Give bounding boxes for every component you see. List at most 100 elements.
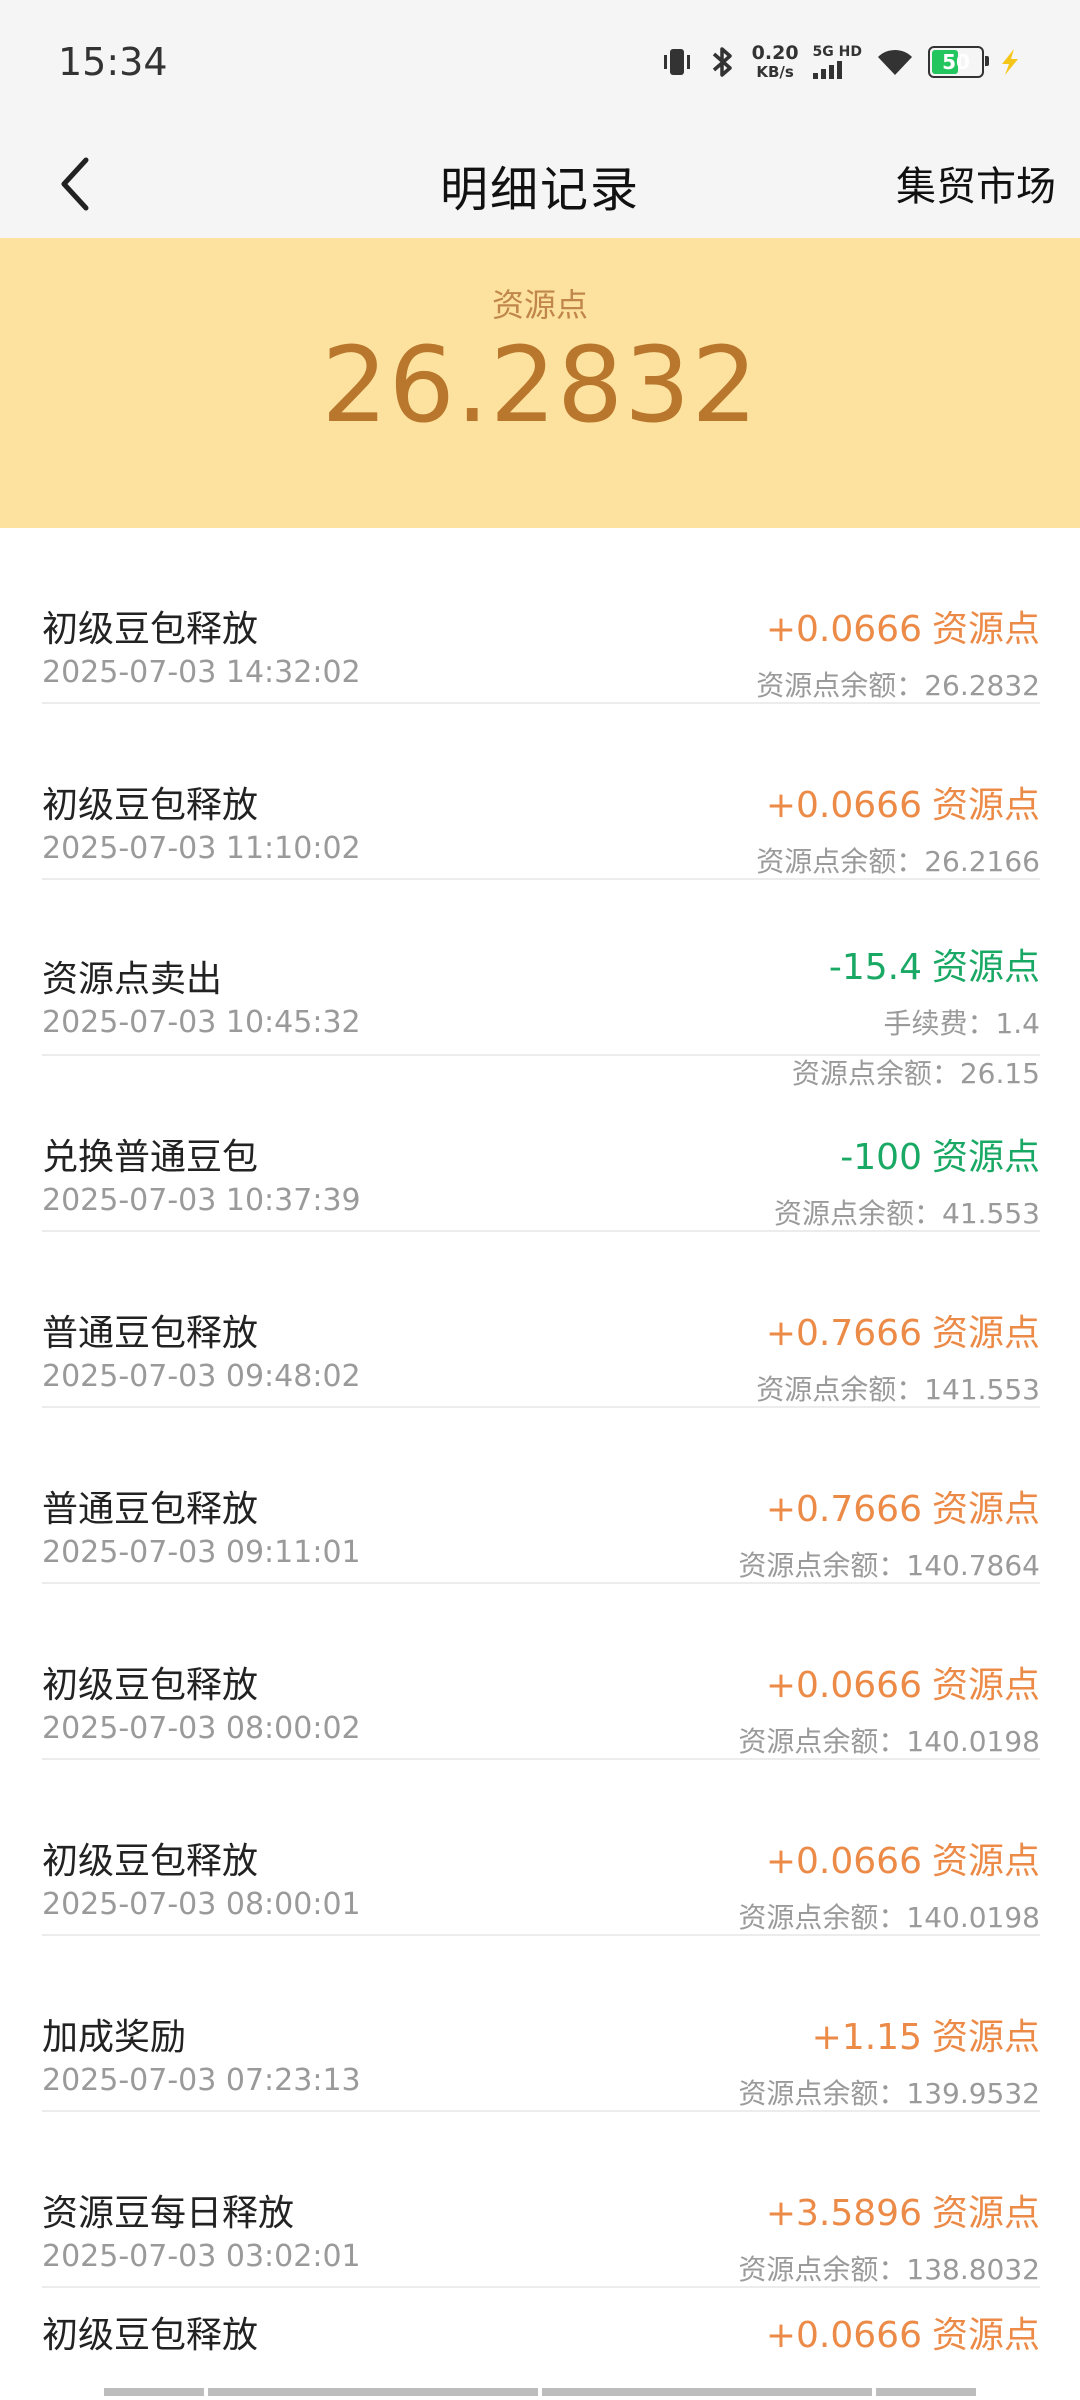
record-balance: 资源点余额：140.0198: [738, 1725, 1040, 1758]
charging-icon: [998, 47, 1022, 77]
amount-unit: 资源点: [931, 1489, 1040, 1530]
record-title: 初级豆包释放: [42, 785, 259, 826]
record-time: 2025-07-03 08:00:02: [42, 1711, 361, 1746]
amount-value: -100: [840, 1137, 922, 1178]
market-link[interactable]: 集贸市场: [896, 154, 1056, 212]
bluetooth-icon: [708, 45, 738, 79]
record-balance: 资源点余额：26.2832: [756, 669, 1040, 702]
record-values: +0.0666 资源点 资源点余额：26.2166: [756, 776, 1040, 880]
status-time: 15:34: [58, 40, 168, 84]
record-time: 2025-07-03 14:32:02: [42, 655, 361, 690]
network-speed: 0.20 KB/s: [752, 44, 799, 80]
record-balance: 资源点余额：41.553: [774, 1197, 1040, 1230]
cellular-signal: 5G HD: [812, 44, 862, 79]
record-time: 2025-07-03 09:48:02: [42, 1359, 361, 1394]
record-title: 资源点卖出: [42, 959, 223, 1000]
record-amount: +0.0666 资源点: [756, 776, 1040, 828]
record-values: +3.5896 资源点 资源点余额：138.8032: [738, 2184, 1040, 2288]
record-balance: 资源点余额：140.0198: [738, 1901, 1040, 1934]
amount-unit: 资源点: [931, 2017, 1040, 2058]
speed-value: 0.20: [751, 42, 799, 64]
amount-unit: 资源点: [931, 1313, 1040, 1354]
amount-value: +0.0666: [765, 2315, 922, 2356]
record-balance: 资源点余额：141.553: [756, 1373, 1040, 1406]
battery-level: 50: [942, 50, 970, 74]
record-values: +0.7666 资源点 资源点余额：140.7864: [738, 1480, 1040, 1584]
signal-bars-icon: [812, 61, 842, 79]
record-list: 初级豆包释放 2025-07-03 14:32:02 +0.0666 资源点 资源…: [42, 528, 1040, 2378]
battery-icon: 50: [928, 46, 989, 78]
vibrate-icon: [660, 45, 694, 79]
amount-value: +3.5896: [765, 2193, 922, 2234]
record-amount: +0.0666 资源点: [756, 600, 1040, 652]
record-time: 2025-07-03 08:00:01: [42, 1887, 361, 1922]
record-values: +0.0666 资源点 资源点余额：140.0198: [738, 1656, 1040, 1760]
status-icons: 0.20 KB/s 5G HD 50: [660, 42, 1022, 82]
record-time: 2025-07-03 09:11:01: [42, 1535, 361, 1570]
wifi-icon: [876, 47, 914, 77]
record-amount: +0.0666 资源点: [738, 1832, 1040, 1884]
balance-value: 26.2832: [321, 324, 759, 446]
record-amount: +0.0666 资源点: [766, 2306, 1040, 2358]
amount-value: +1.15: [811, 2017, 922, 2058]
record-row[interactable]: 初级豆包释放 2025-07-03 08:00:02 +0.0666 资源点 资源…: [42, 1584, 1040, 1760]
record-row[interactable]: 初级豆包释放 +0.0666 资源点: [42, 2288, 1040, 2378]
network-type: 5G HD: [812, 44, 862, 60]
record-title: 初级豆包释放: [42, 609, 259, 650]
amount-unit: 资源点: [931, 609, 1040, 650]
record-time: 2025-07-03 07:23:13: [42, 2063, 361, 2098]
record-title: 加成奖励: [42, 2017, 187, 2058]
record-amount: +0.7666 资源点: [756, 1304, 1040, 1356]
record-amount: +3.5896 资源点: [738, 2184, 1040, 2236]
record-row[interactable]: 加成奖励 2025-07-03 07:23:13 +1.15 资源点 资源点余额：…: [42, 1936, 1040, 2112]
record-row[interactable]: 普通豆包释放 2025-07-03 09:48:02 +0.7666 资源点 资源…: [42, 1232, 1040, 1408]
record-time: 2025-07-03 11:10:02: [42, 831, 361, 866]
amount-unit: 资源点: [931, 947, 1040, 988]
record-title: 普通豆包释放: [42, 1489, 259, 1530]
record-title: 资源豆每日释放: [42, 2193, 295, 2234]
balance-panel: 资源点 26.2832: [0, 238, 1080, 528]
amount-value: +0.0666: [765, 1665, 922, 1706]
record-row[interactable]: 资源豆每日释放 2025-07-03 03:02:01 +3.5896 资源点 资…: [42, 2112, 1040, 2288]
record-amount: +0.7666 资源点: [738, 1480, 1040, 1532]
record-balance: 资源点余额：140.7864: [738, 1549, 1040, 1582]
record-balance: 资源点余额：139.9532: [738, 2077, 1040, 2110]
record-title: 初级豆包释放: [42, 2315, 259, 2356]
record-time: 2025-07-03 10:45:32: [42, 1005, 361, 1040]
record-balance: 资源点余额：26.2166: [756, 845, 1040, 878]
record-time: 2025-07-03 03:02:01: [42, 2239, 361, 2274]
amount-unit: 资源点: [931, 1137, 1040, 1178]
balance-label: 资源点: [491, 286, 588, 324]
record-amount: -15.4 资源点: [792, 938, 1040, 990]
amount-value: +0.7666: [765, 1489, 922, 1530]
record-title: 普通豆包释放: [42, 1313, 259, 1354]
amount-unit: 资源点: [931, 1841, 1040, 1882]
record-amount: -100 资源点: [774, 1128, 1040, 1180]
amount-unit: 资源点: [931, 2315, 1040, 2356]
scroll-indicator: [0, 2388, 1080, 2400]
record-title: 初级豆包释放: [42, 1841, 259, 1882]
amount-unit: 资源点: [931, 785, 1040, 826]
nav-bar: 明细记录 集贸市场: [0, 130, 1080, 238]
amount-value: +0.7666: [765, 1313, 922, 1354]
record-balance: 资源点余额：138.8032: [738, 2253, 1040, 2286]
record-title: 兑换普通豆包: [42, 1137, 259, 1178]
record-row[interactable]: 初级豆包释放 2025-07-03 11:10:02 +0.0666 资源点 资源…: [42, 704, 1040, 880]
record-amount: +0.0666 资源点: [738, 1656, 1040, 1708]
record-row[interactable]: 初级豆包释放 2025-07-03 08:00:01 +0.0666 资源点 资源…: [42, 1760, 1040, 1936]
record-row[interactable]: 初级豆包释放 2025-07-03 14:32:02 +0.0666 资源点 资源…: [42, 528, 1040, 704]
speed-unit: KB/s: [756, 63, 794, 81]
amount-value: +0.0666: [765, 785, 922, 826]
record-row[interactable]: 资源点卖出 2025-07-03 10:45:32 -15.4 资源点 手续费：1…: [42, 880, 1040, 1090]
record-row[interactable]: 普通豆包释放 2025-07-03 09:11:01 +0.7666 资源点 资源…: [42, 1408, 1040, 1584]
record-row[interactable]: 兑换普通豆包 2025-07-03 10:37:39 -100 资源点 资源点余额…: [42, 1056, 1040, 1232]
record-values: +0.0666 资源点: [766, 2306, 1040, 2358]
record-values: +1.15 资源点 资源点余额：139.9532: [738, 2008, 1040, 2112]
record-time: 2025-07-03 10:37:39: [42, 1183, 361, 1218]
amount-unit: 资源点: [931, 2193, 1040, 2234]
amount-value: -15.4: [828, 947, 922, 988]
amount-unit: 资源点: [931, 1665, 1040, 1706]
record-values: +0.0666 资源点 资源点余额：26.2832: [756, 600, 1040, 704]
record-values: +0.0666 资源点 资源点余额：140.0198: [738, 1832, 1040, 1936]
record-values: +0.7666 资源点 资源点余额：141.553: [756, 1304, 1040, 1408]
